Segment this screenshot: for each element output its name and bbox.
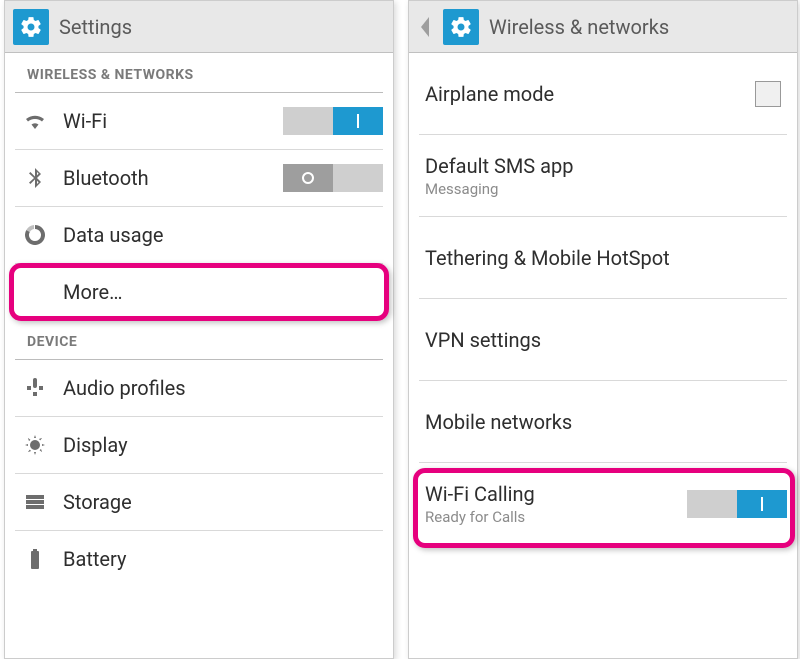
settings-app-icon — [443, 9, 479, 45]
data-usage-label: Data usage — [63, 223, 163, 247]
section-wireless-header: WIRELESS & NETWORKS — [15, 53, 383, 93]
section-device-header: DEVICE — [15, 320, 383, 360]
battery-row[interactable]: Battery — [15, 531, 383, 587]
settings-app-icon — [13, 9, 49, 45]
vpn-label: VPN settings — [425, 328, 541, 352]
display-label: Display — [63, 433, 128, 457]
default-sms-row[interactable]: Default SMS app Messaging — [419, 135, 787, 217]
wifi-calling-toggle[interactable] — [687, 490, 787, 518]
header: Wireless & networks — [409, 1, 797, 53]
wifi-calling-row[interactable]: Wi-Fi Calling Ready for Calls — [419, 463, 787, 545]
wifi-row[interactable]: Wi-Fi — [15, 93, 383, 150]
tether-label: Tethering & Mobile HotSpot — [425, 246, 670, 270]
sms-label: Default SMS app — [425, 154, 573, 178]
storage-icon — [21, 488, 49, 516]
tethering-row[interactable]: Tethering & Mobile HotSpot — [419, 217, 787, 299]
settings-screen: Settings WIRELESS & NETWORKS Wi-Fi Bluet… — [4, 0, 394, 659]
sms-sub: Messaging — [425, 180, 573, 198]
wireless-networks-screen: Wireless & networks Airplane mode Defaul… — [408, 0, 798, 659]
storage-row[interactable]: Storage — [15, 474, 383, 531]
battery-label: Battery — [63, 547, 126, 571]
bluetooth-toggle[interactable] — [283, 164, 383, 192]
wificall-sub: Ready for Calls — [425, 508, 535, 526]
header-title: Wireless & networks — [489, 15, 669, 39]
audio-icon — [21, 374, 49, 402]
airplane-mode-row[interactable]: Airplane mode — [419, 53, 787, 135]
audio-label: Audio profiles — [63, 376, 186, 400]
mobile-label: Mobile networks — [425, 410, 572, 434]
wifi-icon — [21, 107, 49, 135]
header: Settings — [5, 1, 393, 53]
storage-label: Storage — [63, 490, 132, 514]
airplane-label: Airplane mode — [425, 82, 554, 106]
header-title: Settings — [59, 15, 132, 39]
more-row[interactable]: More… — [15, 264, 383, 320]
wifi-label: Wi-Fi — [63, 109, 107, 133]
more-label: More… — [63, 280, 122, 304]
data-usage-icon — [21, 221, 49, 249]
wifi-toggle[interactable] — [283, 107, 383, 135]
bluetooth-row[interactable]: Bluetooth — [15, 150, 383, 207]
back-icon[interactable] — [417, 9, 433, 45]
display-icon — [21, 431, 49, 459]
vpn-row[interactable]: VPN settings — [419, 299, 787, 381]
data-usage-row[interactable]: Data usage — [15, 207, 383, 264]
bluetooth-icon — [21, 164, 49, 192]
wificall-label: Wi-Fi Calling — [425, 482, 535, 506]
display-row[interactable]: Display — [15, 417, 383, 474]
airplane-checkbox[interactable] — [755, 81, 781, 107]
bluetooth-label: Bluetooth — [63, 166, 149, 190]
mobile-networks-row[interactable]: Mobile networks — [419, 381, 787, 463]
audio-profiles-row[interactable]: Audio profiles — [15, 360, 383, 417]
battery-icon — [21, 545, 49, 573]
